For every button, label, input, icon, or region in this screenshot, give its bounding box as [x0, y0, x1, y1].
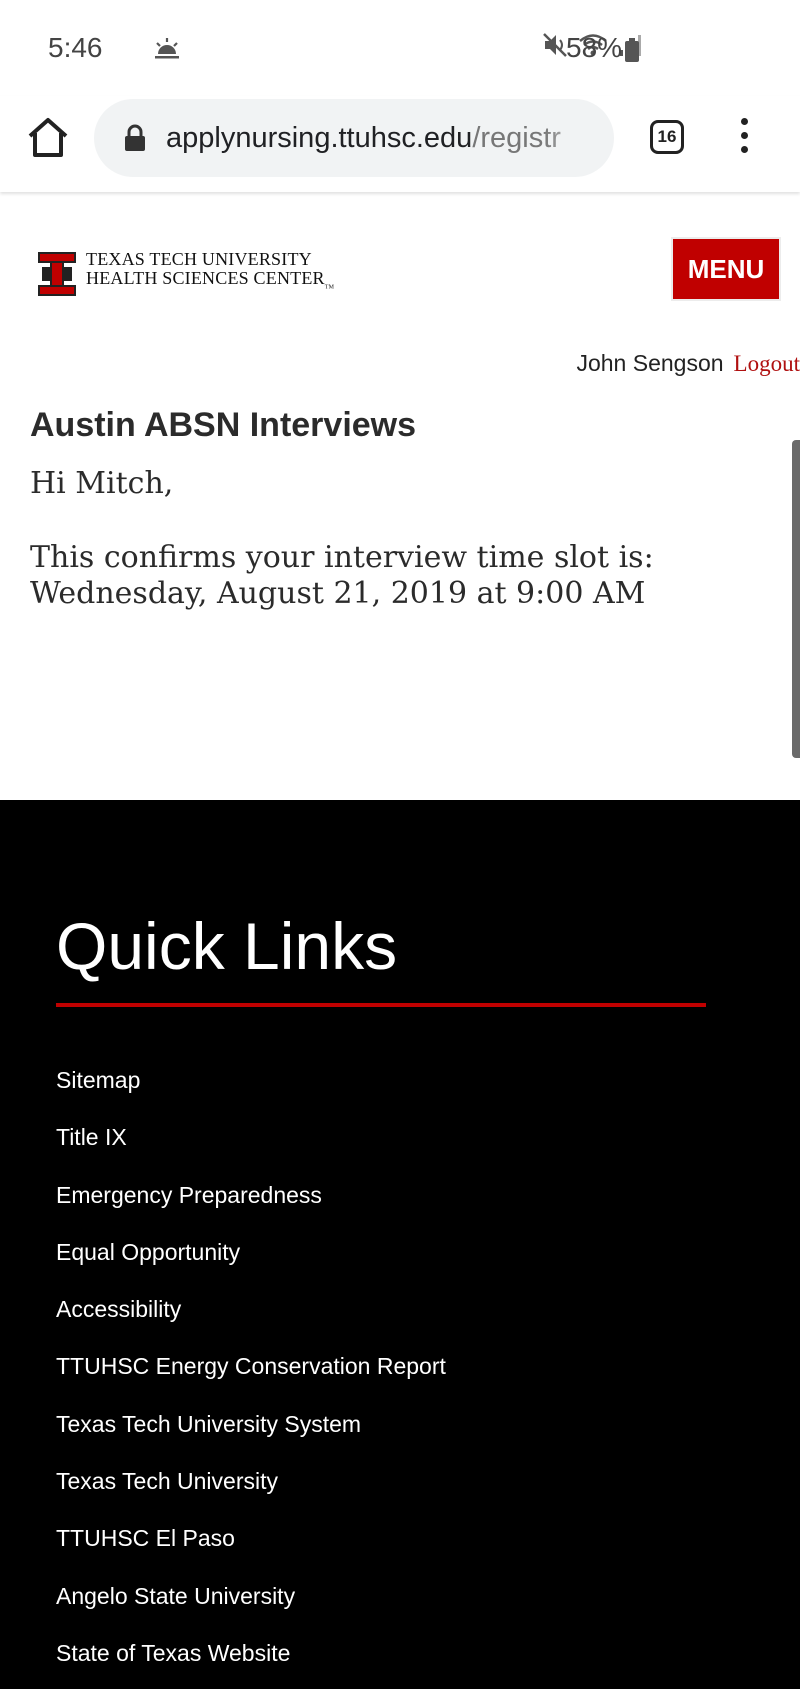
- url-bar[interactable]: applynursing.ttuhsc.edu/registr: [94, 99, 614, 177]
- more-options-icon[interactable]: [736, 118, 752, 158]
- mute-icon: [543, 33, 567, 57]
- greeting-text: Hi Mitch,: [30, 466, 174, 501]
- quick-link-tt-system[interactable]: Texas Tech University System: [56, 1410, 446, 1467]
- quick-links-divider: [56, 1003, 706, 1007]
- logout-link[interactable]: Logout: [734, 351, 800, 377]
- tab-switcher-button[interactable]: 16: [650, 120, 684, 154]
- page-title: Austin ABSN Interviews: [30, 406, 417, 444]
- logo-line-2: HEALTH SCIENCES CENTER: [86, 268, 325, 288]
- status-bar: 5:46 58%: [0, 0, 800, 96]
- sunrise-weather-icon: [155, 38, 179, 59]
- battery-icon: [625, 38, 639, 62]
- quick-link-angelo-state[interactable]: Angelo State University: [56, 1582, 446, 1639]
- url-text: applynursing.ttuhsc.edu/registr: [166, 122, 596, 155]
- ttuhsc-logo[interactable]: TEXAS TECH UNIVERSITY HEALTH SCIENCES CE…: [38, 250, 334, 298]
- quick-link-ttuhsc-el-paso[interactable]: TTUHSC El Paso: [56, 1524, 446, 1581]
- quick-links-list: Sitemap Title IX Emergency Preparedness …: [56, 1066, 446, 1696]
- quick-link-accessibility[interactable]: Accessibility: [56, 1295, 446, 1352]
- site-header: TEXAS TECH UNIVERSITY HEALTH SCIENCES CE…: [0, 192, 800, 322]
- footer: Quick Links Sitemap Title IX Emergency P…: [0, 800, 800, 1689]
- quick-links-title: Quick Links: [56, 909, 398, 983]
- quick-link-state-of-texas[interactable]: State of Texas Website: [56, 1639, 446, 1696]
- battery-percent: 58%: [566, 32, 623, 63]
- confirmation-line-1: This confirms your interview time slot i…: [30, 540, 654, 575]
- logo-tm: TM: [324, 284, 335, 291]
- home-icon[interactable]: [26, 116, 70, 160]
- quick-link-energy-report[interactable]: TTUHSC Energy Conservation Report: [56, 1352, 446, 1409]
- scrollbar-thumb[interactable]: [792, 440, 800, 758]
- user-name: John Sengson: [576, 350, 724, 376]
- quick-link-emergency-preparedness[interactable]: Emergency Preparedness: [56, 1181, 446, 1238]
- quick-link-equal-opportunity[interactable]: Equal Opportunity: [56, 1238, 446, 1295]
- quick-link-sitemap[interactable]: Sitemap: [56, 1066, 446, 1123]
- browser-toolbar: applynursing.ttuhsc.edu/registr 16: [0, 96, 800, 192]
- logo-line-1: TEXAS TECH UNIVERSITY: [86, 249, 312, 269]
- confirmation-line-2: Wednesday, August 21, 2019 at 9:00 AM: [30, 576, 646, 611]
- status-time: 5:46: [48, 32, 103, 63]
- quick-link-title-ix[interactable]: Title IX: [56, 1123, 446, 1180]
- menu-button[interactable]: MENU: [671, 237, 781, 301]
- url-domain: applynursing.ttuhsc.edu: [166, 121, 473, 154]
- user-bar: John Sengson Logout: [576, 350, 800, 377]
- double-t-logo-icon: [38, 251, 76, 296]
- url-path: /registr: [472, 121, 561, 154]
- quick-link-tt-university[interactable]: Texas Tech University: [56, 1467, 446, 1524]
- confirmation-message: This confirms your interview time slot i…: [30, 540, 654, 612]
- logo-text: TEXAS TECH UNIVERSITY HEALTH SCIENCES CE…: [86, 250, 334, 298]
- lock-icon: [125, 124, 145, 151]
